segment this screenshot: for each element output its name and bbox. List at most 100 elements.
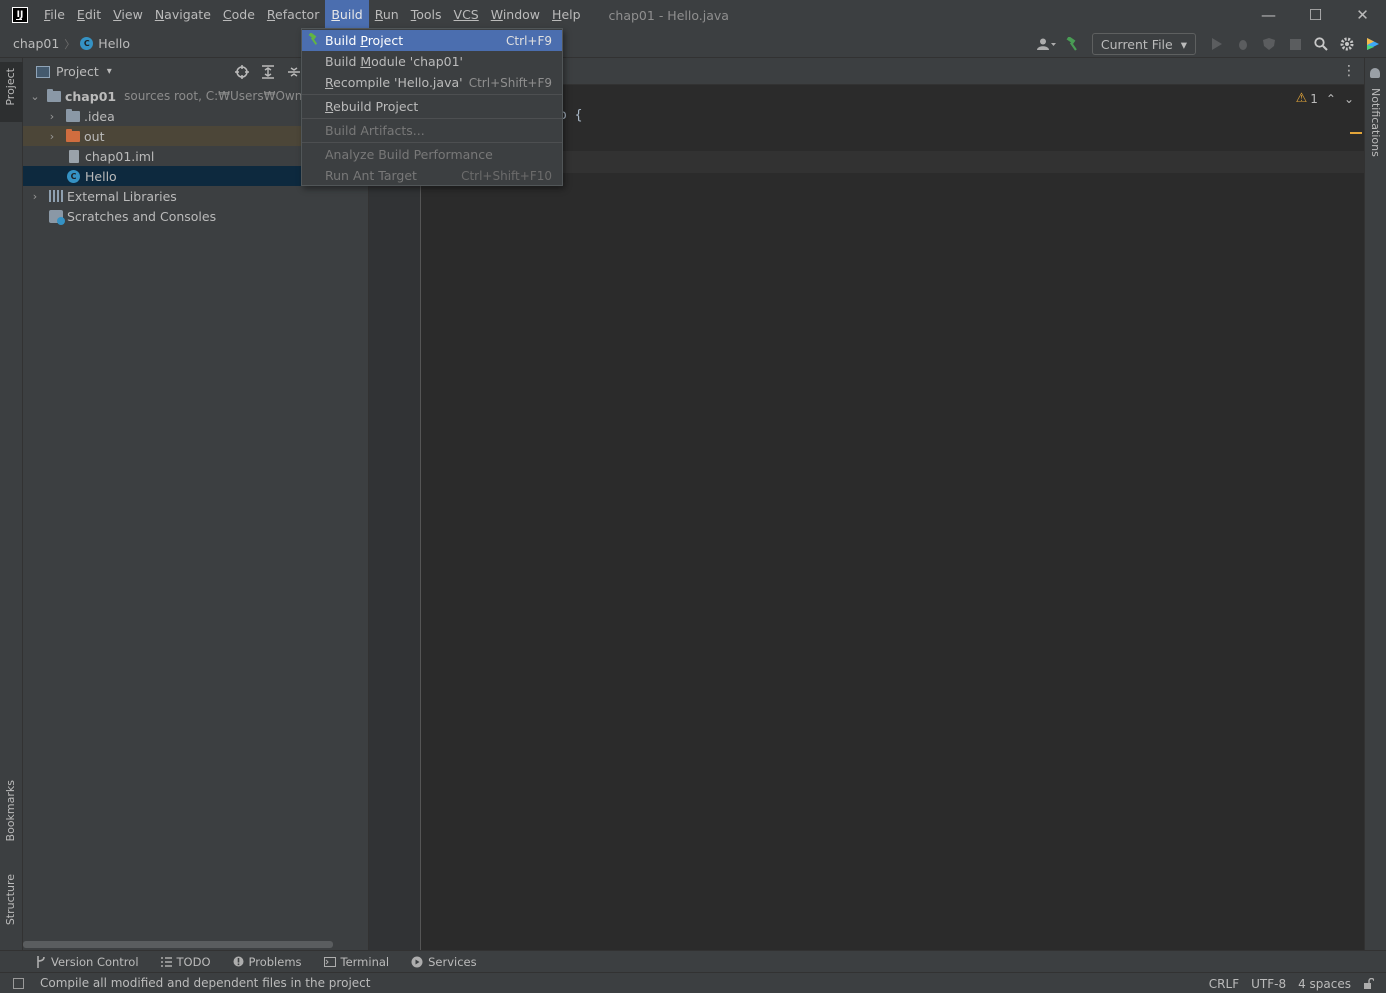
right-tool-strip: Notifications [1364, 58, 1386, 950]
next-highlight-icon[interactable]: ⌄ [1344, 92, 1354, 106]
debug-icon[interactable] [1230, 30, 1256, 58]
build-project-item[interactable]: Build Project Ctrl+F9 [302, 30, 562, 51]
code-with-me-icon[interactable] [1360, 30, 1386, 58]
menu-tools[interactable]: Tools [405, 0, 448, 30]
label-mnemonic: R [325, 99, 334, 114]
project-panel-tools [233, 58, 303, 85]
menu-label: un [382, 7, 399, 22]
chevron-down-icon[interactable]: ⌄ [27, 90, 43, 103]
menu-item-label: Run Ant Target [325, 168, 417, 183]
code-editor[interactable]: o { ⚠ 1 ⌃ ⌄ [421, 85, 1364, 950]
run-icon[interactable] [1204, 30, 1230, 58]
search-icon[interactable] [1308, 30, 1334, 58]
tree-item-scratches[interactable]: Scratches and Consoles [23, 206, 368, 226]
tool-tab-bookmarks[interactable]: Bookmarks [0, 776, 23, 858]
intellij-logo-icon[interactable]: IJ [12, 7, 28, 23]
tree-item-label: External Libraries [67, 188, 177, 204]
indent-widget[interactable]: 4 spaces [1298, 977, 1351, 991]
maximize-button[interactable]: ☐ [1292, 0, 1339, 30]
menu-refactor[interactable]: Refactor [261, 0, 325, 30]
tree-item-label: Scratches and Consoles [67, 208, 217, 224]
menu-navigate[interactable]: Navigate [149, 0, 217, 30]
label-part: Build [325, 33, 361, 48]
tool-tab-project[interactable]: Project [0, 62, 23, 122]
menu-view[interactable]: View [107, 0, 149, 30]
menu-code[interactable]: Code [217, 0, 261, 30]
menu-mnemonic: E [76, 7, 85, 22]
build-hammer-icon[interactable] [1060, 30, 1086, 58]
menu-item-shortcut: Ctrl+Shift+F9 [468, 75, 552, 90]
label-part: odule 'chap01' [371, 54, 463, 69]
encoding-widget[interactable]: UTF-8 [1251, 977, 1286, 991]
tool-tab-project-label: Project [4, 68, 17, 106]
tool-tab-version-control[interactable]: Version Control [36, 955, 139, 969]
list-icon [160, 956, 172, 967]
project-panel-title[interactable]: Project [56, 64, 99, 79]
build-artifacts-item[interactable]: Build Artifacts... [302, 120, 562, 141]
menu-file[interactable]: File [38, 0, 71, 30]
label-mnemonic: M [360, 54, 372, 69]
square-shape [1289, 38, 1301, 50]
menu-mnemonic: C [222, 7, 232, 22]
unlock-icon[interactable] [1363, 978, 1374, 989]
menu-mnemonic: VCS [453, 7, 479, 22]
folder-icon [66, 108, 80, 122]
tool-tab-terminal[interactable]: Terminal [323, 955, 389, 969]
stop-icon[interactable] [1282, 30, 1308, 58]
menu-mnemonic: W [490, 7, 503, 22]
chevron-right-icon[interactable]: › [27, 190, 43, 203]
analyze-build-performance-item[interactable]: Analyze Build Performance [302, 144, 562, 165]
tree-item-label: out [84, 128, 105, 144]
menu-build[interactable]: Build [325, 0, 369, 30]
label-part: roject [367, 33, 404, 48]
menu-window[interactable]: Window [485, 0, 546, 30]
left-tool-strip: Project Bookmarks Structure [0, 58, 23, 950]
library-icon [49, 190, 63, 202]
previous-highlight-icon[interactable]: ⌃ [1326, 92, 1336, 106]
menu-help[interactable]: Help [546, 0, 587, 30]
bell-icon[interactable] [1370, 68, 1380, 78]
project-view-icon [36, 65, 50, 78]
run-ant-target-item[interactable]: Run Ant Target Ctrl+Shift+F10 [302, 165, 562, 186]
branch-icon [37, 955, 45, 968]
recompile-item[interactable]: Recompile 'Hello.java' Ctrl+Shift+F9 [302, 72, 562, 93]
tool-tab-structure[interactable]: Structure [0, 870, 23, 940]
more-options-icon[interactable]: ⋮ [1342, 63, 1356, 79]
menu-vcs[interactable]: VCS [448, 0, 485, 30]
inspection-widget[interactable]: ⚠ 1 ⌃ ⌄ [1296, 91, 1354, 106]
horizontal-scrollbar[interactable] [23, 941, 333, 948]
close-button[interactable]: ✕ [1339, 0, 1386, 30]
tree-item-external-libraries[interactable]: › External Libraries [23, 186, 368, 206]
editor-gutter[interactable] [369, 85, 421, 950]
person-dropdown-icon[interactable] [1034, 30, 1060, 58]
toggle-tool-windows-icon[interactable] [13, 977, 24, 989]
minimize-button[interactable]: — [1245, 0, 1292, 30]
chevron-right-icon[interactable]: › [44, 130, 60, 143]
menu-mnemonic: R [266, 7, 276, 22]
tool-tab-notifications[interactable]: Notifications [1369, 88, 1382, 157]
menu-mnemonic: B [331, 7, 340, 22]
breadcrumb-file[interactable]: Hello [98, 36, 130, 51]
label-part: Analyze Build Performance [325, 147, 493, 162]
tool-tab-todo[interactable]: TODO [160, 954, 211, 969]
breadcrumb-project[interactable]: chap01 [13, 36, 59, 51]
chevron-down-icon[interactable]: ▾ [107, 66, 112, 77]
chevron-right-icon[interactable]: › [44, 110, 60, 123]
coverage-icon[interactable] [1256, 30, 1282, 58]
gear-icon[interactable] [1334, 30, 1360, 58]
warning-stripe-marker[interactable] [1350, 132, 1362, 134]
menu-label: efactor [275, 7, 320, 22]
navigation-bar: chap01 〉 C Hello Current File ▾ [0, 30, 1386, 58]
menu-edit[interactable]: Edit [71, 0, 107, 30]
locate-icon[interactable] [233, 63, 251, 81]
run-configuration-selector[interactable]: Current File ▾ [1091, 33, 1196, 55]
rebuild-project-item[interactable]: Rebuild Project [302, 96, 562, 117]
line-separator-widget[interactable]: CRLF [1209, 977, 1239, 991]
gear-shape [1340, 37, 1354, 51]
tool-tab-problems[interactable]: Problems [233, 955, 302, 969]
expand-all-icon[interactable] [259, 63, 277, 81]
tool-tab-services[interactable]: Services [411, 955, 477, 969]
build-module-item[interactable]: Build Module 'chap01' [302, 51, 562, 72]
menu-run[interactable]: Run [369, 0, 405, 30]
tool-tab-label: TODO [176, 954, 211, 969]
